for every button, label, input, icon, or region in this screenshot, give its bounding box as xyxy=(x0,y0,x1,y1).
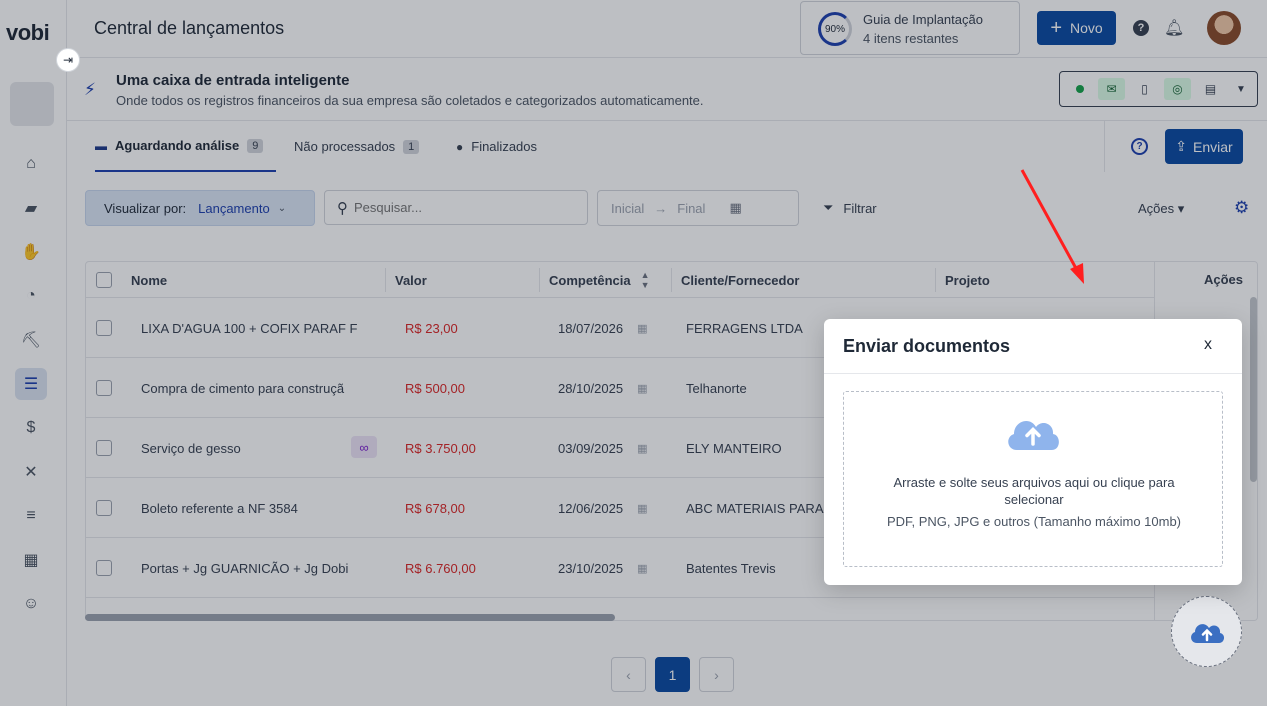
upload-modal: Enviar documentos x Arraste e solte seus… xyxy=(824,319,1242,585)
modal-header: Enviar documentos x xyxy=(824,319,1242,374)
dropzone-hint: PDF, PNG, JPG e outros (Tamanho máximo 1… xyxy=(886,514,1182,529)
collapse-sidebar-button[interactable]: ⇥ xyxy=(56,48,80,72)
cloud-upload-icon xyxy=(1190,623,1224,643)
upload-fab[interactable] xyxy=(1171,596,1242,667)
dropzone-text: Arraste e solte seus arquivos aqui ou cl… xyxy=(893,475,1175,507)
cloud-upload-icon xyxy=(1008,420,1059,450)
annotation-arrow xyxy=(1020,169,1084,284)
close-button[interactable]: x xyxy=(1204,336,1212,354)
file-dropzone[interactable]: Arraste e solte seus arquivos aqui ou cl… xyxy=(843,391,1223,567)
modal-title: Enviar documentos xyxy=(843,336,1011,356)
